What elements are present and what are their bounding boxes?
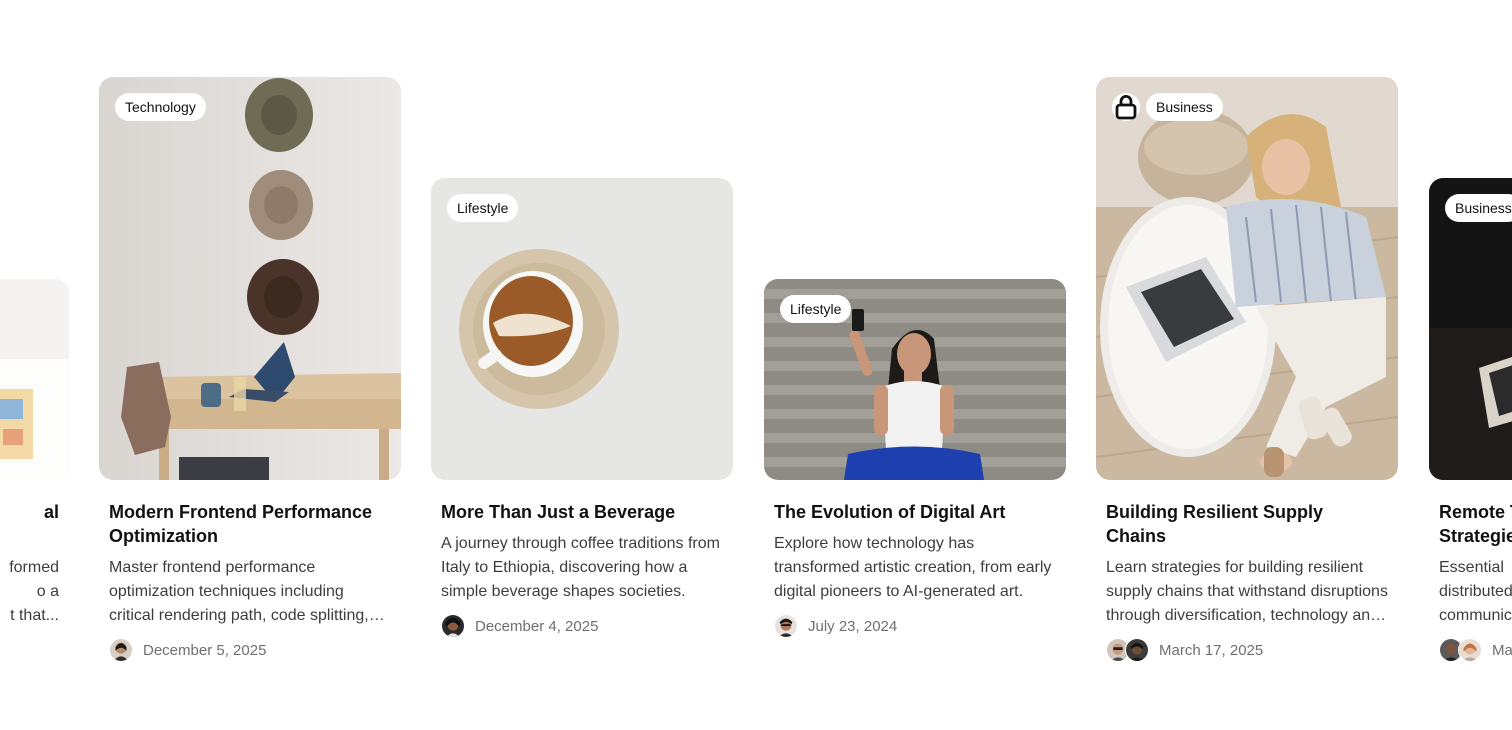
category-badge: Business <box>1146 93 1223 121</box>
publish-date: December 5, 2025 <box>143 641 267 659</box>
article-description: Learn strategies for building resilient … <box>1106 559 1388 624</box>
article-description: Essential distributed communic <box>1439 559 1512 624</box>
article-image[interactable]: Lifestyle <box>764 279 1066 480</box>
tag-group: Lifestyle <box>780 295 852 323</box>
tag-group: Technology <box>115 93 206 121</box>
article-image[interactable]: Lifestyle <box>431 178 733 480</box>
article-description: A journey through coffee traditions from… <box>441 535 720 600</box>
publish-date: Ma <box>1492 641 1512 659</box>
article-image[interactable]: Business <box>1096 77 1398 480</box>
article-card[interactable]: Lifestyle More Than Just a Beverage A jo… <box>431 178 733 638</box>
lock-icon <box>1112 93 1140 121</box>
article-description: Master frontend performance optimization… <box>109 559 369 624</box>
article-image[interactable] <box>0 279 69 480</box>
article-card[interactable]: Lifestyle The Evolution of Digital Art E… <box>764 279 1066 638</box>
tag-group: Lifestyle <box>447 194 519 222</box>
article-meta: Ma <box>1439 638 1512 662</box>
article-meta: March 17, 2025 <box>1106 638 1388 662</box>
author-avatars <box>109 638 133 662</box>
avatar[interactable] <box>1125 638 1149 662</box>
article-title[interactable]: Building Resilient Supply Chains <box>1106 500 1388 548</box>
article-card[interactable]: Business Remote T Strategie Essential di… <box>1429 178 1512 662</box>
article-meta: December 4, 2025 <box>441 614 723 638</box>
article-card[interactable]: al formed o a t that... <box>0 279 69 628</box>
author-avatars <box>1106 638 1149 662</box>
article-description: Explore how technology has transformed a… <box>774 535 1052 600</box>
publish-date: July 23, 2024 <box>808 617 898 635</box>
publish-date: March 17, 2025 <box>1159 641 1264 659</box>
avatar[interactable] <box>441 614 465 638</box>
avatar[interactable] <box>109 638 133 662</box>
tag-group: Business <box>1445 194 1512 222</box>
category-badge: Technology <box>115 93 206 121</box>
article-meta: July 23, 2024 <box>774 614 1056 638</box>
article-description: formed o a t that... <box>9 559 59 624</box>
article-title[interactable]: Remote T Strategie <box>1439 500 1512 548</box>
category-badge: Business <box>1445 194 1512 222</box>
avatar[interactable] <box>774 614 798 638</box>
category-badge: Lifestyle <box>447 194 519 222</box>
avatar[interactable] <box>1458 638 1482 662</box>
article-meta: December 5, 2025 <box>109 638 391 662</box>
article-title[interactable]: Modern Frontend Performance Optimization <box>109 500 391 548</box>
author-avatars <box>774 614 798 638</box>
article-image[interactable]: Technology <box>99 77 401 480</box>
category-badge: Lifestyle <box>780 295 852 323</box>
tag-group: Business <box>1112 93 1223 121</box>
article-title[interactable]: More Than Just a Beverage <box>441 500 723 524</box>
article-card[interactable]: Technology Modern Frontend Performance O… <box>99 77 401 662</box>
publish-date: December 4, 2025 <box>475 617 599 635</box>
article-title[interactable]: The Evolution of Digital Art <box>774 500 1056 524</box>
article-image[interactable]: Business <box>1429 178 1512 480</box>
article-carousel: al formed o a t that... Technology Moder… <box>0 0 1512 730</box>
article-card[interactable]: Business Building Resilient Supply Chain… <box>1096 77 1398 662</box>
author-avatars <box>1439 638 1482 662</box>
article-title[interactable]: al <box>0 500 59 524</box>
author-avatars <box>441 614 465 638</box>
